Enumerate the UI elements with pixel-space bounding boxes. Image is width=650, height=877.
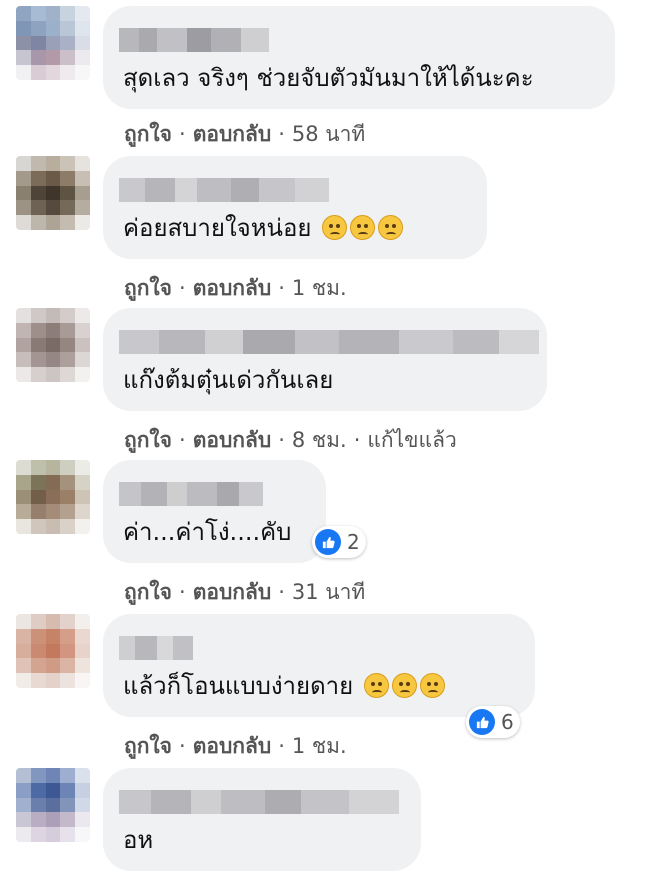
comment-timestamp[interactable]: 31 นาที	[292, 576, 365, 609]
avatar[interactable]	[16, 614, 90, 688]
like-button[interactable]: ถูกใจ	[124, 424, 172, 457]
separator-dot: ·	[278, 428, 285, 452]
comment-text-content: ค่อยสบายใจหน่อย	[123, 214, 312, 242]
commenter-name-blurred[interactable]	[119, 790, 399, 814]
emoji-face-icon	[363, 673, 389, 698]
reply-button[interactable]: ตอบกลับ	[193, 730, 272, 763]
separator-dot: ·	[179, 734, 186, 758]
avatar[interactable]	[16, 768, 90, 842]
separator-dot: ·	[278, 276, 285, 300]
comment-text: สุดเลว จริงๆ ช่วยจับตัวมันมาให้ได้นะคะ	[123, 64, 534, 92]
comment-bubble: แล้วก็โอนแบบง่ายดาย	[103, 614, 535, 717]
reaction-count: 6	[501, 710, 514, 734]
reaction-summary[interactable]: 6	[466, 706, 520, 738]
comment-actions: ถูกใจ · ตอบกลับ · 1 ชม.	[124, 272, 347, 305]
reply-button[interactable]: ตอบกลับ	[193, 118, 272, 151]
comment-text-content: แล้วก็โอนแบบง่ายดาย	[123, 672, 354, 700]
avatar[interactable]	[16, 460, 90, 534]
commenter-name-blurred[interactable]	[119, 28, 269, 52]
separator-dot: ·	[278, 122, 285, 146]
comment-timestamp[interactable]: 1 ชม.	[292, 730, 347, 763]
reply-button[interactable]: ตอบกลับ	[193, 272, 272, 305]
comment-text: ค่อยสบายใจหน่อย	[123, 214, 404, 242]
emoji-face-icon	[391, 673, 417, 698]
separator-dot: ·	[179, 276, 186, 300]
emoji-face-icon	[419, 673, 445, 698]
edited-label[interactable]: แก้ไขแล้ว	[367, 424, 456, 457]
reply-button[interactable]: ตอบกลับ	[193, 424, 272, 457]
separator-dot: ·	[278, 734, 285, 758]
comment-timestamp[interactable]: 1 ชม.	[292, 272, 347, 305]
separator-dot: ·	[278, 580, 285, 604]
reaction-summary[interactable]: 2	[312, 526, 366, 558]
comment-actions: ถูกใจ · ตอบกลับ · 31 นาที	[124, 576, 365, 609]
comment-actions: ถูกใจ · ตอบกลับ · 58 นาที	[124, 118, 365, 151]
comment-bubble: ค่า...ค่าโง่....คับ	[103, 460, 326, 563]
separator-dot: ·	[179, 580, 186, 604]
comment-bubble: แก๊งต้มตุ๋นเด่วกันเลย	[103, 308, 547, 411]
comment-bubble: สุดเลว จริงๆ ช่วยจับตัวมันมาให้ได้นะคะ	[103, 6, 615, 109]
comment-text: แก๊งต้มตุ๋นเด่วกันเลย	[123, 366, 334, 394]
commenter-name-blurred[interactable]	[119, 482, 263, 506]
avatar[interactable]	[16, 6, 90, 80]
reply-button[interactable]: ตอบกลับ	[193, 576, 272, 609]
comment-timestamp[interactable]: 58 นาที	[292, 118, 365, 151]
comment-text: ค่า...ค่าโง่....คับ	[123, 518, 292, 546]
comment-bubble: อห	[103, 768, 421, 871]
like-button[interactable]: ถูกใจ	[124, 118, 172, 151]
emoji-face-icon	[350, 215, 376, 240]
commenter-name-blurred[interactable]	[119, 330, 539, 354]
avatar[interactable]	[16, 308, 90, 382]
like-button[interactable]: ถูกใจ	[124, 272, 172, 305]
commenter-name-blurred[interactable]	[119, 636, 193, 660]
emoji-face-icon	[322, 215, 348, 240]
comment-actions: ถูกใจ · ตอบกลับ · 1 ชม.	[124, 730, 347, 763]
avatar[interactable]	[16, 156, 90, 230]
separator-dot: ·	[179, 122, 186, 146]
commenter-name-blurred[interactable]	[119, 178, 329, 202]
like-thumbs-up-icon	[315, 529, 341, 555]
comment-text: แล้วก็โอนแบบง่ายดาย	[123, 672, 445, 700]
comment-bubble: ค่อยสบายใจหน่อย	[103, 156, 487, 259]
comment-actions: ถูกใจ · ตอบกลับ · 8 ชม. · แก้ไขแล้ว	[124, 424, 457, 457]
emoji-face-icon	[378, 215, 404, 240]
separator-dot: ·	[353, 428, 361, 452]
reaction-count: 2	[347, 530, 360, 554]
like-thumbs-up-icon	[469, 709, 495, 735]
like-button[interactable]: ถูกใจ	[124, 730, 172, 763]
comment-timestamp[interactable]: 8 ชม.	[292, 424, 347, 457]
like-button[interactable]: ถูกใจ	[124, 576, 172, 609]
comment-text: อห	[123, 826, 154, 854]
separator-dot: ·	[179, 428, 186, 452]
